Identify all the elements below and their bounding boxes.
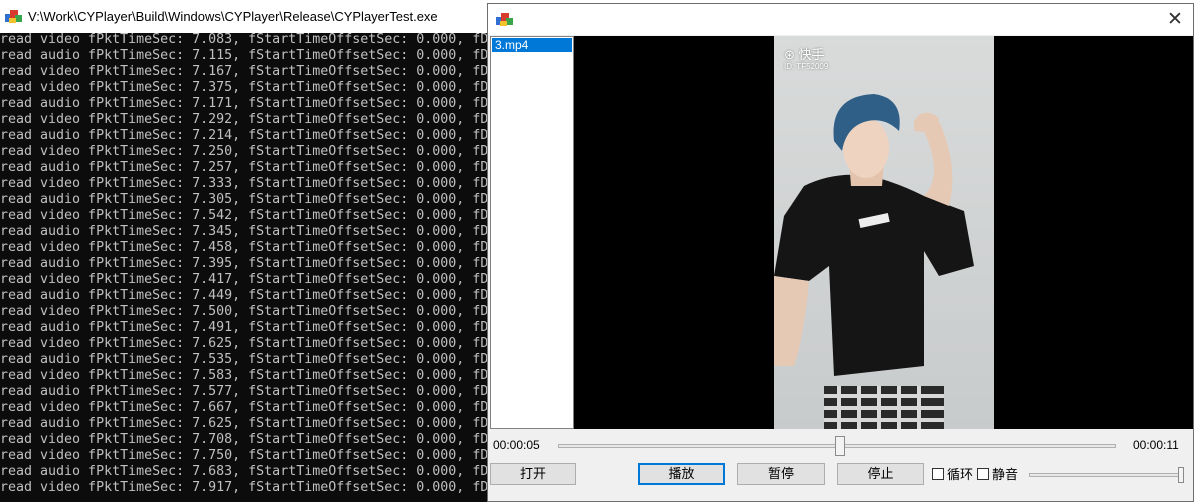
console-line: read video fPktTimeSec: 7.542, fStartTim… <box>0 208 490 223</box>
volume-track[interactable] <box>1029 473 1184 477</box>
console-line: read video fPktTimeSec: 7.625, fStartTim… <box>0 336 490 351</box>
console-line: read video fPktTimeSec: 7.667, fStartTim… <box>0 400 490 415</box>
total-time: 00:00:11 <box>1133 438 1179 452</box>
video-frame: ⊛ 快手 ID: TF52009 <box>774 36 994 429</box>
console-line: read audio fPktTimeSec: 7.491, fStartTim… <box>0 320 490 335</box>
console-line: read audio fPktTimeSec: 7.395, fStartTim… <box>0 256 490 271</box>
console-line: read video fPktTimeSec: 7.333, fStartTim… <box>0 176 490 191</box>
console-line: read audio fPktTimeSec: 7.115, fStartTim… <box>0 48 490 63</box>
console-line: read audio fPktTimeSec: 7.257, fStartTim… <box>0 160 490 175</box>
mute-checkbox-box[interactable] <box>977 468 989 480</box>
console-line: read video fPktTimeSec: 7.083, fStartTim… <box>0 32 490 47</box>
video-person-image <box>774 94 974 429</box>
console-line: read video fPktTimeSec: 7.167, fStartTim… <box>0 64 490 79</box>
loop-label: 循环 <box>947 467 974 482</box>
console-line: read audio fPktTimeSec: 7.625, fStartTim… <box>0 416 490 431</box>
console-line: read video fPktTimeSec: 7.708, fStartTim… <box>0 432 490 447</box>
watermark-logo: ⊛ 快手 <box>784 44 825 63</box>
volume-slider[interactable] <box>1029 465 1184 485</box>
console-line: read video fPktTimeSec: 7.458, fStartTim… <box>0 240 490 255</box>
player-window: ✕ 3.mp4 ⊛ 快手 ID: TF52009 00:00:05 00:00:… <box>487 3 1194 502</box>
mute-label: 静音 <box>992 467 1019 482</box>
loop-checkbox[interactable]: 循环 <box>932 468 973 482</box>
console-line: read video fPktTimeSec: 7.500, fStartTim… <box>0 304 490 319</box>
pause-button[interactable]: 暂停 <box>737 463 825 485</box>
console-line: read audio fPktTimeSec: 7.305, fStartTim… <box>0 192 490 207</box>
console-title: V:\Work\CYPlayer\Build\Windows\CYPlayer\… <box>28 9 438 24</box>
console-line: read video fPktTimeSec: 7.375, fStartTim… <box>0 80 490 95</box>
console-output: read video fPktTimeSec: 7.083, fStartTim… <box>0 32 490 502</box>
console-line: read video fPktTimeSec: 7.417, fStartTim… <box>0 272 490 287</box>
open-button[interactable]: 打开 <box>490 463 576 485</box>
playlist-item[interactable]: 3.mp4 <box>492 38 572 52</box>
watermark-logo-text: 快手 <box>798 47 825 62</box>
console-line: read audio fPktTimeSec: 7.214, fStartTim… <box>0 128 490 143</box>
console-line: read video fPktTimeSec: 7.250, fStartTim… <box>0 144 490 159</box>
console-line: read audio fPktTimeSec: 7.577, fStartTim… <box>0 384 490 399</box>
app-window-icon <box>5 10 22 23</box>
loop-checkbox-box[interactable] <box>932 468 944 480</box>
console-line: read video fPktTimeSec: 7.292, fStartTim… <box>0 112 490 127</box>
console-line: read audio fPktTimeSec: 7.171, fStartTim… <box>0 96 490 111</box>
playlist[interactable]: 3.mp4 <box>490 36 574 429</box>
player-titlebar[interactable]: ✕ <box>488 4 1193 35</box>
seek-thumb[interactable] <box>835 436 845 456</box>
kuaishou-logo-icon: ⊛ <box>784 47 795 62</box>
console-line: read audio fPktTimeSec: 7.345, fStartTim… <box>0 224 490 239</box>
close-icon[interactable]: ✕ <box>1160 7 1190 33</box>
video-area[interactable]: ⊛ 快手 ID: TF52009 <box>574 36 1193 429</box>
console-line: read video fPktTimeSec: 7.583, fStartTim… <box>0 368 490 383</box>
mute-checkbox[interactable]: 静音 <box>977 468 1018 482</box>
console-line: read video fPktTimeSec: 7.750, fStartTim… <box>0 448 490 463</box>
stop-button[interactable]: 停止 <box>837 463 924 485</box>
console-line: read audio fPktTimeSec: 7.683, fStartTim… <box>0 464 490 479</box>
seek-slider[interactable] <box>558 436 1116 456</box>
current-time: 00:00:05 <box>493 438 540 452</box>
app-window-icon <box>496 13 513 26</box>
volume-thumb[interactable] <box>1178 467 1184 483</box>
console-line: read audio fPktTimeSec: 7.535, fStartTim… <box>0 352 490 367</box>
console-line: read video fPktTimeSec: 7.917, fStartTim… <box>0 480 490 495</box>
watermark-id: ID: TF52009 <box>784 62 829 71</box>
play-button[interactable]: 播放 <box>638 463 725 485</box>
console-line: read audio fPktTimeSec: 7.449, fStartTim… <box>0 288 490 303</box>
